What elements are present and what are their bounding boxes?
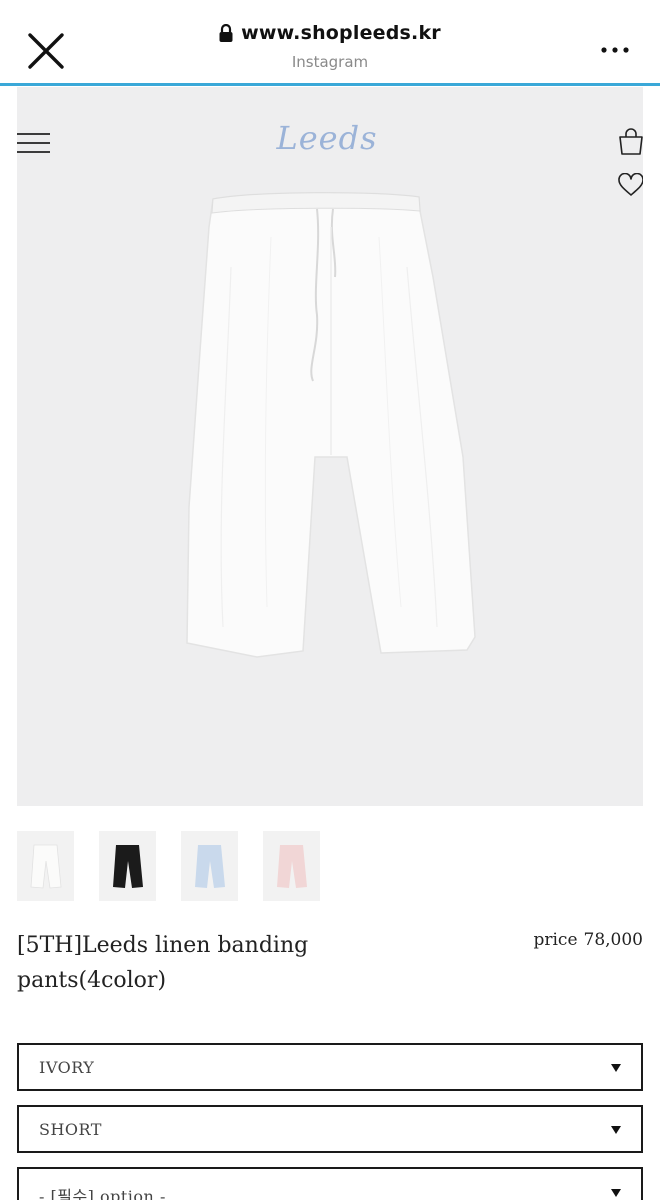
color-select-value: IVORY xyxy=(39,1058,95,1077)
menu-icon[interactable] xyxy=(17,132,51,154)
thumbnail-sky-blue-image xyxy=(181,831,238,901)
thumbnail-ivory-image xyxy=(17,831,74,901)
thumbnail-ivory[interactable] xyxy=(17,831,74,901)
dropdown-arrow-icon xyxy=(611,1064,621,1072)
thumbnail-pink[interactable] xyxy=(263,831,320,901)
url-display[interactable]: www.shopleeds.kr Instagram xyxy=(0,22,660,71)
url-text: www.shopleeds.kr xyxy=(241,22,441,44)
thumbnail-black[interactable] xyxy=(99,831,156,901)
product-title: [5TH]Leeds linen banding pants(4color) xyxy=(17,933,309,993)
dropdown-arrow-icon xyxy=(611,1189,621,1197)
thumbnail-sky-blue[interactable] xyxy=(181,831,238,901)
product-hero-image: Leeds xyxy=(17,87,643,806)
option-select-value: - [필수] option - xyxy=(39,1187,166,1200)
product-photo[interactable] xyxy=(17,87,643,806)
length-select-value: SHORT xyxy=(39,1120,102,1139)
thumbnail-pink-image xyxy=(263,831,320,901)
browser-bar: www.shopleeds.kr Instagram xyxy=(0,0,660,86)
brand-logo[interactable]: Leeds xyxy=(257,119,397,157)
thumbnail-black-image xyxy=(99,831,156,901)
option-select[interactable]: - [필수] option - xyxy=(17,1167,643,1200)
length-select[interactable]: SHORT xyxy=(17,1105,643,1153)
price-value: 78,000 xyxy=(583,930,643,950)
more-options-icon[interactable] xyxy=(600,44,630,56)
heart-icon[interactable] xyxy=(618,173,643,197)
color-select[interactable]: IVORY xyxy=(17,1043,643,1091)
url-source: Instagram xyxy=(291,53,369,71)
product-price: price 78,000 xyxy=(533,930,643,950)
shopping-bag-icon[interactable] xyxy=(618,127,643,155)
price-label: price xyxy=(533,930,578,950)
linen-pants-illustration xyxy=(186,191,476,658)
page-load-progress-bar xyxy=(0,83,660,86)
lock-icon xyxy=(219,24,233,42)
dropdown-arrow-icon xyxy=(611,1126,621,1134)
